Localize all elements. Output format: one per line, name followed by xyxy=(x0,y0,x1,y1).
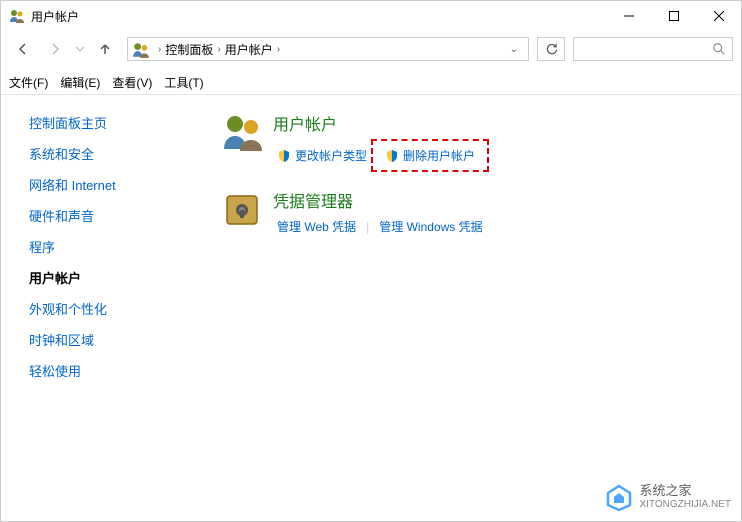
minimize-button[interactable] xyxy=(606,1,651,31)
content-area: 用户帐户 更改帐户类型 删除用户帐户 xyxy=(191,95,741,521)
category-credential-manager: 凭据管理器 管理 Web 凭据 | 管理 Windows 凭据 xyxy=(221,188,741,237)
category-user-accounts: 用户帐户 更改帐户类型 删除用户帐户 xyxy=(221,111,741,172)
close-button[interactable] xyxy=(696,1,741,31)
watermark-name: 系统之家 xyxy=(640,484,732,498)
user-accounts-large-icon xyxy=(221,111,263,153)
highlighted-delete-account: 删除用户帐户 xyxy=(371,139,489,172)
link-delete-account[interactable]: 删除用户帐户 xyxy=(381,145,479,166)
menu-file[interactable]: 文件(F) xyxy=(9,74,48,91)
refresh-button[interactable] xyxy=(537,37,565,61)
sidebar-item-home[interactable]: 控制面板主页 xyxy=(29,113,191,132)
link-manage-web-credentials[interactable]: 管理 Web 凭据 xyxy=(273,216,360,237)
watermark-url: XITONGZHIJIA.NET xyxy=(640,499,732,510)
shield-icon xyxy=(385,149,399,163)
navigation-bar: › 控制面板 › 用户帐户 › ⌄ xyxy=(1,31,741,67)
credential-manager-icon xyxy=(221,188,263,230)
chevron-right-icon[interactable]: › xyxy=(277,44,280,55)
sidebar-item-hardware[interactable]: 硬件和声音 xyxy=(29,206,191,225)
sidebar-item-clock-region[interactable]: 时钟和区域 xyxy=(29,330,191,349)
up-button[interactable] xyxy=(91,35,119,63)
address-dropdown[interactable]: ⌄ xyxy=(504,44,524,55)
menu-bar: 文件(F) 编辑(E) 查看(V) 工具(T) xyxy=(1,71,741,95)
address-bar[interactable]: › 控制面板 › 用户帐户 › ⌄ xyxy=(127,37,529,61)
menu-tools[interactable]: 工具(T) xyxy=(164,74,203,91)
sidebar-item-programs[interactable]: 程序 xyxy=(29,237,191,256)
watermark: 系统之家 XITONGZHIJIA.NET xyxy=(604,483,732,511)
menu-edit[interactable]: 编辑(E) xyxy=(60,74,100,91)
chevron-right-icon[interactable]: › xyxy=(217,44,220,55)
sidebar-item-ease-of-access[interactable]: 轻松使用 xyxy=(29,361,191,380)
link-label: 更改帐户类型 xyxy=(295,147,367,164)
sidebar: 控制面板主页 系统和安全 网络和 Internet 硬件和声音 程序 用户帐户 … xyxy=(1,95,191,521)
link-change-account-type[interactable]: 更改帐户类型 xyxy=(273,145,371,166)
sidebar-item-system-security[interactable]: 系统和安全 xyxy=(29,144,191,163)
user-accounts-icon xyxy=(9,8,25,24)
sidebar-item-appearance[interactable]: 外观和个性化 xyxy=(29,299,191,318)
link-label: 删除用户帐户 xyxy=(403,147,475,164)
user-accounts-icon xyxy=(132,41,150,57)
forward-button xyxy=(41,35,69,63)
sidebar-item-network[interactable]: 网络和 Internet xyxy=(29,175,191,194)
recent-locations-button[interactable] xyxy=(73,35,87,63)
breadcrumb-user-accounts[interactable]: 用户帐户 xyxy=(225,41,273,58)
search-input[interactable] xyxy=(573,37,733,61)
search-icon xyxy=(712,42,726,56)
window-controls xyxy=(606,1,741,31)
sidebar-item-user-accounts[interactable]: 用户帐户 xyxy=(29,268,191,287)
category-title-credential-manager[interactable]: 凭据管理器 xyxy=(273,188,487,212)
shield-icon xyxy=(277,149,291,163)
maximize-button[interactable] xyxy=(651,1,696,31)
window-title: 用户帐户 xyxy=(31,8,606,25)
separator: | xyxy=(366,220,369,234)
body: 控制面板主页 系统和安全 网络和 Internet 硬件和声音 程序 用户帐户 … xyxy=(1,95,741,521)
back-button[interactable] xyxy=(9,35,37,63)
watermark-logo-icon xyxy=(604,483,634,511)
breadcrumb-control-panel[interactable]: 控制面板 xyxy=(165,41,213,58)
menu-view[interactable]: 查看(V) xyxy=(112,74,152,91)
chevron-right-icon[interactable]: › xyxy=(158,44,161,55)
titlebar: 用户帐户 xyxy=(1,1,741,31)
link-manage-windows-credentials[interactable]: 管理 Windows 凭据 xyxy=(375,216,486,237)
category-title-user-accounts[interactable]: 用户帐户 xyxy=(273,111,489,135)
